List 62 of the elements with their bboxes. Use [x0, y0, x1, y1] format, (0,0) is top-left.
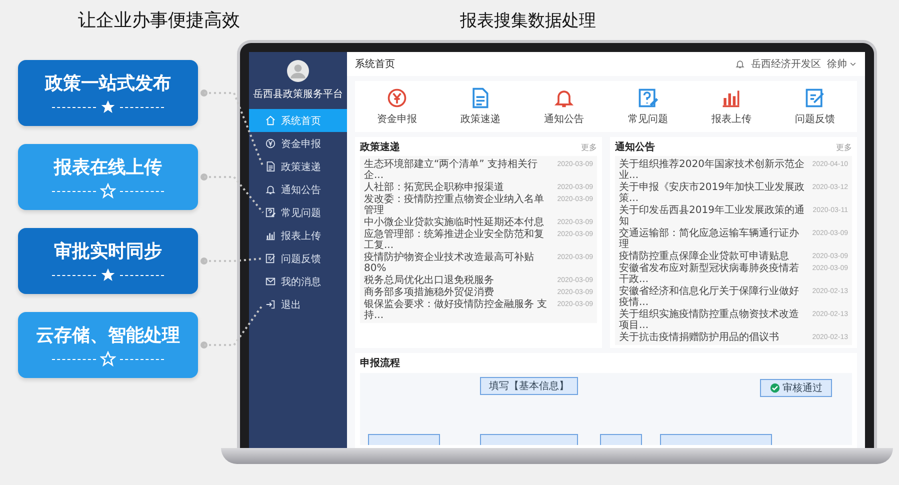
- news-link[interactable]: 关于组织推荐2020年国家技术创新示范企业...: [619, 158, 808, 180]
- news-link[interactable]: 中小微企业贷款实施临时性延期还本付息: [364, 216, 544, 228]
- mail-icon: [265, 276, 276, 287]
- edit-icon: [265, 253, 276, 264]
- flow-step: 填写【基本信息】: [480, 377, 578, 395]
- user-menu[interactable]: 徐帅: [827, 57, 857, 71]
- shortcut-button[interactable]: 问题反馈: [795, 87, 836, 126]
- headline: 报表搜集数据处理: [459, 10, 596, 32]
- caret-icon: [849, 60, 857, 68]
- sidebar-item[interactable]: 常见问题: [249, 201, 347, 224]
- sidebar-item[interactable]: 通知公告: [249, 178, 347, 201]
- news-link[interactable]: 关于申报《安庆市2019年加快工业发展政策...: [619, 182, 808, 204]
- news-link[interactable]: 安徽省发布应对新型冠状病毒肺炎疫情若干政...: [619, 262, 808, 284]
- page-title: 系统首页: [355, 58, 395, 71]
- section-title: 通知公告: [615, 140, 655, 154]
- section-title: 申报流程: [360, 356, 401, 370]
- check-icon: [770, 383, 780, 393]
- news-link[interactable]: 关于抗击疫情捐赠防护用品的倡议书: [619, 332, 779, 342]
- news-link[interactable]: 应急管理部：统筹推进企业安全防范和复工复...: [364, 228, 554, 250]
- news-link[interactable]: 关于组织实施疫情防控重点物资技术改造项目...: [619, 308, 808, 330]
- avatar-icon: [287, 60, 309, 82]
- news-link[interactable]: 疫情防护物资企业技术改造最高可补贴80%: [364, 252, 554, 274]
- flow-step: 审核通过: [760, 379, 832, 397]
- sidebar-item[interactable]: 资金申报: [249, 132, 347, 155]
- sidebar-item[interactable]: 报表上传: [249, 224, 347, 247]
- news-link[interactable]: 交通运输部：简化应急运输车辆通行证办理: [619, 228, 808, 250]
- news-link[interactable]: 关于印发岳西县2019年工业发展政策的通知: [619, 204, 809, 226]
- document-icon: [265, 161, 276, 172]
- sidebar-item[interactable]: 我的消息: [249, 270, 347, 293]
- feature-title: 云存储、智能处理: [36, 324, 180, 347]
- home-icon: [265, 115, 276, 126]
- feature-title: 政策一站式发布: [45, 72, 171, 95]
- news-link[interactable]: 人社部：拓宽民企职称申报渠道: [364, 182, 504, 192]
- bar-chart-icon: [265, 230, 276, 241]
- flow-step: [368, 434, 440, 445]
- news-link[interactable]: 税务总局优化出口退免税服务: [364, 274, 494, 286]
- news-link[interactable]: 发改委：疫情防控重点物资企业纳入名单管理: [364, 194, 554, 216]
- platform-name: 岳西县政策服务平台: [252, 88, 344, 101]
- flow-step: [600, 434, 642, 445]
- shortcut-button[interactable]: 报表上传: [711, 87, 752, 126]
- sidebar-item[interactable]: 政策速递: [249, 155, 347, 178]
- feature-title: 报表在线上传: [54, 156, 162, 179]
- question-icon: [265, 207, 276, 218]
- sidebar-item[interactable]: 问题反馈: [249, 247, 347, 270]
- headline: 让企业办事便捷高效: [77, 9, 241, 32]
- coin-icon: [265, 138, 276, 149]
- news-link[interactable]: 疫情防控重点保障企业贷款可申请贴息: [619, 250, 789, 262]
- exit-icon: [265, 299, 276, 310]
- shortcut-button[interactable]: 通知公告: [544, 87, 584, 126]
- sidebar-item[interactable]: 退出: [249, 293, 347, 316]
- section-title: 政策速递: [360, 140, 400, 154]
- shortcut-button[interactable]: 常见问题: [628, 87, 668, 126]
- news-link[interactable]: 商务部多项措施稳外贸促消费: [364, 286, 494, 298]
- news-link[interactable]: 安徽省经济和信息化厅关于保障行业做好疫情...: [619, 286, 808, 308]
- shortcut-button[interactable]: 资金申报: [376, 87, 417, 126]
- bell-icon: [265, 184, 276, 195]
- feature-title: 审批实时同步: [54, 240, 162, 263]
- shortcut-button[interactable]: 政策速递: [460, 87, 500, 126]
- news-link[interactable]: 银保监会要求：做好疫情防控金融服务 支持...: [364, 298, 554, 320]
- organization-name: 岳西经济开发区: [751, 58, 821, 71]
- news-link[interactable]: 生态环境部建立“两个清单” 支持相关行企...: [364, 158, 554, 180]
- bell-icon: [735, 59, 745, 69]
